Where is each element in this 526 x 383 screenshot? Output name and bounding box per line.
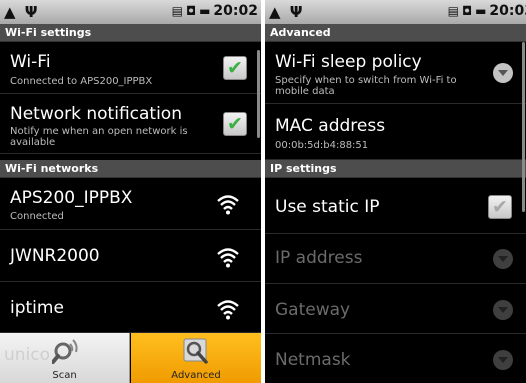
static-ip-row[interactable]: Use static IP ✔ (265, 178, 526, 234)
network-notification-row[interactable]: Network notification Notify me when an o… (0, 94, 261, 154)
mute-icon: ◘ (185, 4, 197, 18)
wifi-checkbox[interactable]: ✔ (223, 56, 247, 80)
wifi-subtitle: Connected to APS200_IPPBX (10, 76, 153, 87)
wifi-status-icon: ▤ (171, 4, 183, 18)
dropdown-arrow-icon (493, 350, 513, 370)
section-header-ip-settings: IP settings (265, 160, 526, 178)
ip-address-title: IP address (275, 248, 363, 268)
wifi-status-icon: ▤ (447, 4, 459, 18)
status-bar: ▲ Ψ ▤ ◘ ▬ 20:02 (0, 0, 261, 24)
battery-icon: ▬ (199, 4, 211, 18)
sleep-policy-row[interactable]: Wi-Fi sleep policy Specify when to switc… (265, 42, 526, 104)
wifi-signal-icon (217, 248, 239, 268)
scan-icon (52, 339, 78, 364)
clock: 20:03 (489, 3, 526, 19)
wifi-title: Wi-Fi (10, 52, 51, 72)
notification-icons: ▲ Ψ (269, 3, 305, 21)
scan-label: Scan (52, 370, 77, 381)
mac-address-row: MAC address 00:0b:5d:b4:88:51 (265, 104, 526, 160)
mute-icon: ◘ (461, 4, 473, 18)
wifi-signal-icon (217, 300, 239, 320)
static-ip-title: Use static IP (275, 197, 380, 217)
network-item[interactable]: JWNR2000 (0, 230, 261, 282)
network-item[interactable]: iptime (0, 282, 261, 333)
dropdown-arrow-icon (493, 63, 513, 83)
netmask-row[interactable]: Netmask (265, 334, 526, 383)
gateway-title: Gateway (275, 300, 351, 320)
mac-address-title: MAC address (275, 116, 386, 136)
dropdown-arrow-icon (493, 249, 513, 269)
scrollbar[interactable] (522, 42, 525, 212)
static-ip-checkbox[interactable]: ✔ (488, 195, 512, 219)
section-header-wifi-settings: Wi-Fi settings (0, 24, 261, 42)
network-notification-subtitle: Notify me when an open network is availa… (10, 126, 188, 148)
section-header-advanced: Advanced (265, 24, 526, 42)
sleep-policy-subtitle: Specify when to switch from Wi-Fi to mob… (275, 75, 457, 97)
dropdown-arrow-icon (493, 300, 513, 320)
partial-network-name: unico (4, 345, 51, 365)
notification-icons: ▲ Ψ (4, 3, 40, 21)
network-status: Connected (10, 211, 64, 222)
network-name: iptime (10, 298, 64, 318)
network-name: APS200_IPPBX (10, 188, 133, 208)
section-header-wifi-networks: Wi-Fi networks (0, 160, 261, 178)
wifi-signal-icon (217, 195, 239, 215)
wifi-toggle-row[interactable]: Wi-Fi Connected to APS200_IPPBX ✔ (0, 42, 261, 94)
mac-address-value: 00:0b:5d:b4:88:51 (275, 140, 369, 151)
clock: 20:02 (213, 3, 258, 19)
advanced-settings-screen: ▲ Ψ ▤◘▬20:03 Advanced Wi-Fi sleep policy… (265, 0, 526, 383)
ip-address-row[interactable]: IP address (265, 234, 526, 284)
status-bar: ▲ Ψ ▤◘▬20:03 (265, 0, 526, 24)
scrollbar[interactable] (257, 50, 260, 138)
wifi-settings-screen: ▲ Ψ ▤ ◘ ▬ 20:02 Wi-Fi settings Wi-Fi Connec… (0, 0, 261, 383)
scan-menu-item[interactable]: unico Scan (0, 333, 130, 383)
sleep-policy-title: Wi-Fi sleep policy (275, 52, 422, 72)
network-item[interactable]: APS200_IPPBX Connected (0, 178, 261, 230)
advanced-menu-item[interactable]: Advanced (131, 333, 261, 383)
battery-icon: ▬ (475, 4, 487, 18)
gateway-row[interactable]: Gateway (265, 284, 526, 334)
netmask-title: Netmask (275, 350, 351, 370)
advanced-label: Advanced (171, 370, 221, 381)
network-name: JWNR2000 (10, 246, 100, 266)
advanced-icon (183, 338, 208, 364)
network-notification-title: Network notification (10, 104, 182, 124)
network-notification-checkbox[interactable]: ✔ (223, 112, 247, 136)
